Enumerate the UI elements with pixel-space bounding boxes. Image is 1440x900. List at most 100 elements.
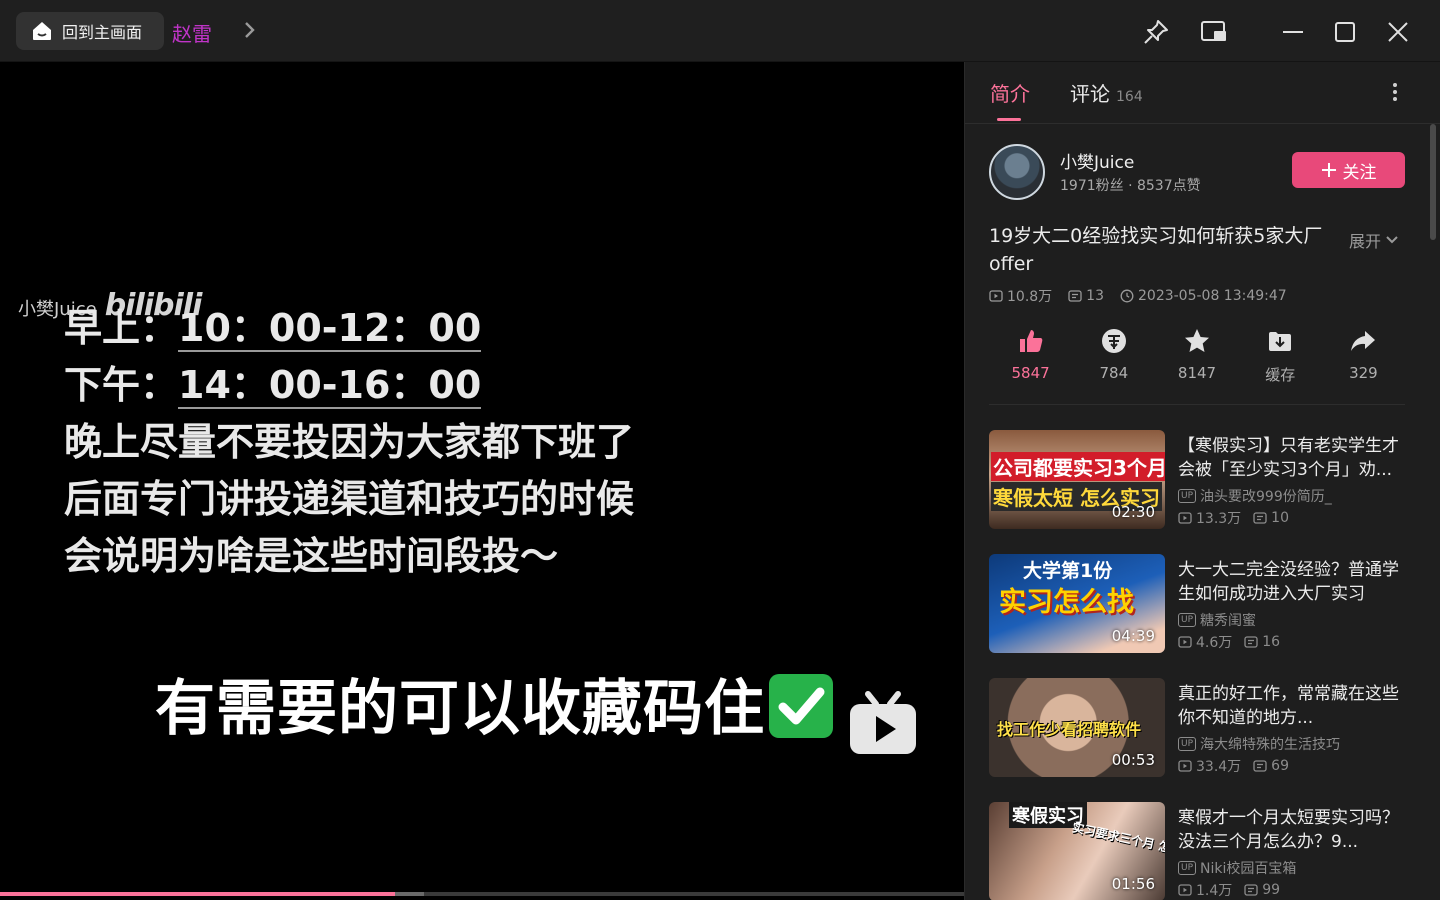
star-icon bbox=[1185, 329, 1209, 352]
danmaku-count-value: 16 bbox=[1262, 634, 1281, 650]
play-count-icon bbox=[1178, 760, 1192, 772]
more-options-icon[interactable] bbox=[1385, 80, 1405, 104]
tab-comments[interactable]: 评论 164 bbox=[1070, 78, 1143, 107]
title-bar: 回到主画面 赵雷 bbox=[0, 0, 1440, 62]
coin-button[interactable]: 784 bbox=[1072, 326, 1155, 388]
danmaku-count-value: 10 bbox=[1271, 510, 1289, 526]
recommended-uploader: UP 油头要改999份简历_ bbox=[1178, 486, 1332, 506]
danmaku-count-value: 69 bbox=[1271, 758, 1289, 774]
check-mark-icon bbox=[769, 674, 833, 739]
like-button[interactable]: 5847 bbox=[989, 326, 1072, 388]
recommended-title: 大一大二完全没经验？普通学生如何成功进入大厂实习 bbox=[1178, 560, 1399, 604]
subtitle-value: 14：00-16：00 bbox=[178, 363, 482, 409]
play-count-icon bbox=[1178, 636, 1192, 648]
up-badge-icon: UP bbox=[1178, 737, 1197, 751]
recommended-video[interactable]: 公司都要实习3个月 寒假太短 怎么实习 02:30 【寒假实习】只有老实学生才会… bbox=[989, 430, 1409, 530]
video-thumbnail: 大学第1份 实习怎么找 04:39 bbox=[989, 554, 1165, 653]
play-count-icon bbox=[1178, 884, 1192, 896]
chevron-right-icon[interactable] bbox=[240, 18, 260, 42]
subtitle-line: 下午：14：00-16：00 bbox=[64, 357, 634, 414]
expand-label: 展开 bbox=[1349, 232, 1382, 251]
thumbnail-text: 找工作少看招聘软件 bbox=[997, 720, 1142, 739]
video-duration: 00:53 bbox=[1111, 751, 1155, 769]
window-title: 赵雷 bbox=[172, 22, 212, 46]
recommended-stats: 13.3万 10 bbox=[1178, 508, 1289, 528]
view-count: 10.8万 bbox=[989, 286, 1052, 306]
recommended-uploader: UP 海大绵特殊的生活技巧 bbox=[1178, 734, 1340, 754]
cache-button[interactable]: 缓存 bbox=[1239, 326, 1322, 388]
danmaku-icon bbox=[1244, 636, 1258, 648]
home-button-label: 回到主画面 bbox=[62, 23, 143, 42]
home-icon bbox=[33, 22, 51, 40]
up-badge-icon: UP bbox=[1178, 613, 1197, 627]
thumbnail-text: 大学第1份 bbox=[1023, 560, 1113, 582]
avatar[interactable] bbox=[989, 144, 1045, 200]
comment-count: 164 bbox=[1116, 89, 1143, 105]
progress-played bbox=[0, 892, 396, 896]
view-count-value: 13.3万 bbox=[1196, 511, 1242, 527]
follow-button[interactable]: 关注 bbox=[1292, 152, 1405, 188]
up-badge-icon: UP bbox=[1178, 861, 1197, 875]
thumbnail-text: 公司都要实习3个月 bbox=[991, 452, 1165, 481]
danmaku-count-value: 13 bbox=[1086, 288, 1104, 304]
uploader-label: Niki校园百宝箱 bbox=[1200, 861, 1297, 877]
subtitle-label: 下午： bbox=[64, 363, 179, 407]
minimize-icon[interactable] bbox=[1278, 17, 1308, 47]
subtitle-line: 后面专门讲投递渠道和技巧的时候 bbox=[64, 477, 635, 521]
favorite-button[interactable]: 8147 bbox=[1155, 326, 1238, 388]
subtitle-line: 早上：10：00-12：00 bbox=[64, 300, 634, 357]
recommended-video[interactable]: 大学第1份 实习怎么找 04:39 大一大二完全没经验？普通学生如何成功进入大厂… bbox=[989, 554, 1409, 654]
danmaku-count-value: 99 bbox=[1262, 882, 1281, 898]
video-duration: 02:30 bbox=[1111, 503, 1155, 521]
thumbs-up-icon bbox=[1019, 330, 1042, 352]
uploader-name[interactable]: 小樊Juice bbox=[1060, 148, 1134, 173]
danmaku-icon bbox=[1068, 290, 1082, 302]
recommended-stats: 33.4万 69 bbox=[1178, 756, 1289, 776]
favorite-count: 8147 bbox=[1177, 364, 1217, 382]
uploader-label: 海大绵特殊的生活技巧 bbox=[1200, 737, 1341, 753]
video-caption: 有需要的可以收藏码住 bbox=[155, 660, 833, 747]
home-button[interactable]: 回到主画面 bbox=[16, 12, 164, 50]
video-subtitle-lines: 早上：10：00-12：00 下午：14：00-16：00 晚上尽量不要投因为大… bbox=[64, 300, 634, 585]
danmaku-icon bbox=[1253, 760, 1267, 772]
share-button[interactable]: 329 bbox=[1322, 326, 1405, 388]
recommended-video[interactable]: 寒假实习 实习要求三个月 怎么办? 01:56 寒假才一个月太短要实习吗？没法三… bbox=[989, 802, 1409, 900]
active-tab-indicator bbox=[997, 118, 1021, 121]
side-panel: 简介 评论 164 小樊Juice 1971粉丝 · 8537点赞 关注 19岁大… bbox=[964, 62, 1440, 900]
video-duration: 04:39 bbox=[1111, 627, 1155, 645]
progress-buffered bbox=[395, 892, 425, 896]
chevron-down-icon bbox=[1386, 236, 1398, 244]
uploader-stats: 1971粉丝 · 8537点赞 bbox=[1060, 178, 1201, 194]
bilibili-tv-icon[interactable] bbox=[848, 690, 918, 756]
view-count-value: 4.6万 bbox=[1196, 635, 1233, 651]
recommended-title: 寒假才一个月太短要实习吗？没法三个月怎么办？9... bbox=[1178, 808, 1399, 852]
recommended-title: 真正的好工作，常常藏在这些你不知道的地方... bbox=[1178, 684, 1399, 728]
recommended-uploader: UP Niki校园百宝箱 bbox=[1178, 858, 1296, 878]
play-count-icon bbox=[989, 290, 1003, 302]
uploader-label: 糖秀闺蜜 bbox=[1200, 613, 1257, 629]
panel-scrollbar[interactable] bbox=[1430, 124, 1436, 240]
video-progress-bar[interactable] bbox=[0, 892, 964, 896]
video-thumbnail: 寒假实习 实习要求三个月 怎么办? 01:56 bbox=[989, 802, 1165, 900]
recommended-video[interactable]: 找工作少看招聘软件 00:53 真正的好工作，常常藏在这些你不知道的地方... … bbox=[989, 678, 1409, 778]
divider bbox=[989, 404, 1405, 405]
plus-icon bbox=[1321, 163, 1336, 177]
pin-icon[interactable] bbox=[1141, 17, 1171, 47]
recommended-title: 【寒假实习】只有老实学生才会被「至少实习3个月」劝... bbox=[1178, 436, 1399, 480]
view-count-value: 10.8万 bbox=[1007, 289, 1053, 305]
miniplayer-icon[interactable] bbox=[1199, 17, 1229, 47]
publish-date: 2023-05-08 13:49:47 bbox=[1120, 288, 1287, 304]
tab-intro[interactable]: 简介 bbox=[990, 78, 1030, 107]
video-thumbnail: 找工作少看招聘软件 00:53 bbox=[989, 678, 1165, 777]
danmaku-count: 13 bbox=[1068, 288, 1104, 304]
view-count-value: 1.4万 bbox=[1196, 883, 1233, 899]
cache-label: 缓存 bbox=[1265, 366, 1296, 384]
expand-button[interactable]: 展开 bbox=[1349, 228, 1399, 252]
close-icon[interactable] bbox=[1383, 17, 1413, 47]
follow-label: 关注 bbox=[1342, 162, 1377, 183]
recommended-stats: 1.4万 99 bbox=[1178, 880, 1280, 900]
danmaku-icon bbox=[1253, 512, 1267, 524]
maximize-icon[interactable] bbox=[1330, 17, 1360, 47]
subtitle-label: 早上： bbox=[64, 306, 179, 350]
tab-comments-label: 评论 bbox=[1070, 82, 1110, 106]
